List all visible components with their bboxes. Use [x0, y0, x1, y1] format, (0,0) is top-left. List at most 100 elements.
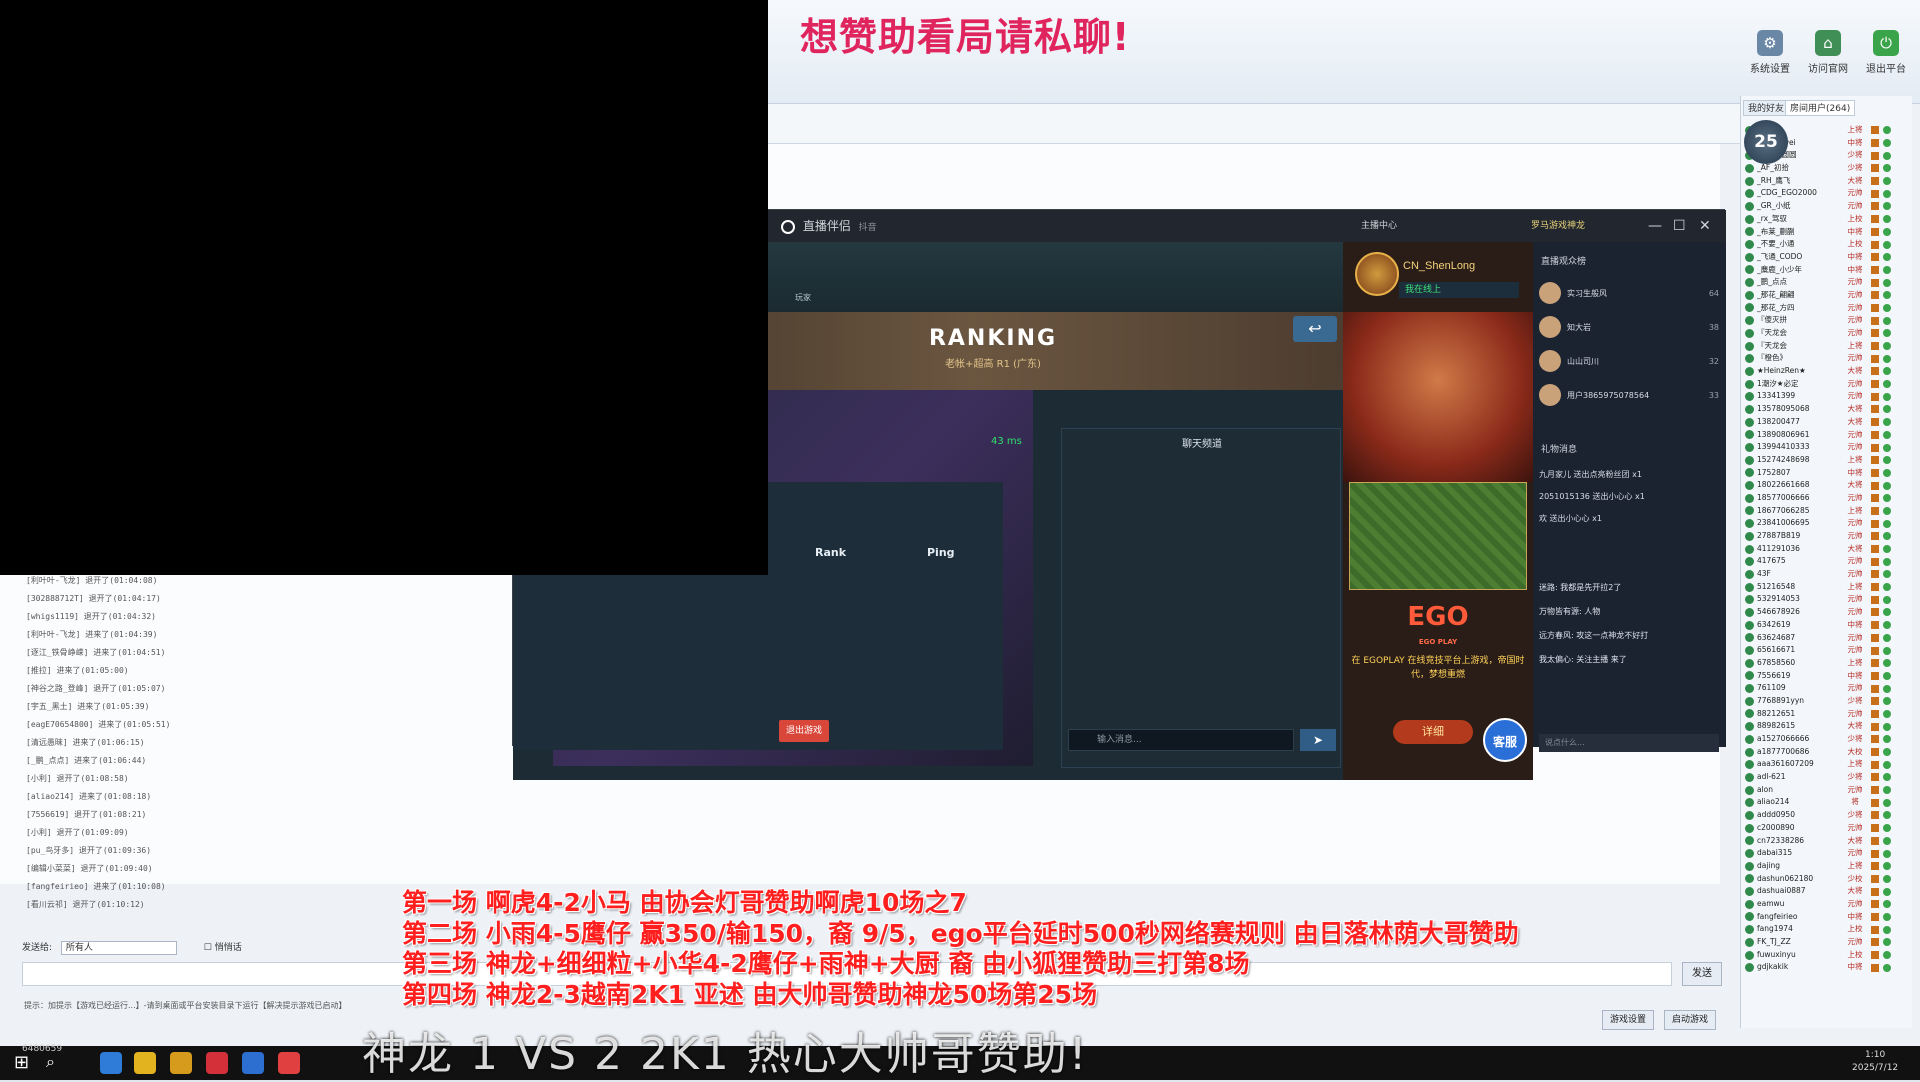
player-row[interactable]: 1752807 中将	[1745, 467, 1909, 480]
player-row[interactable]: 761109 元帅	[1745, 682, 1909, 695]
player-row[interactable]: _麋鹿_小少年 中将	[1745, 264, 1909, 277]
player-row[interactable]: fuwuxinyu 上校	[1745, 949, 1909, 962]
windows-start-icon[interactable]: ⊞	[14, 1052, 36, 1074]
player-row[interactable]: gdjkakik 中将	[1745, 961, 1909, 974]
player-row[interactable]: FK_TJ_ZZ 元帅	[1745, 936, 1909, 949]
app-icon-record[interactable]	[206, 1052, 228, 1074]
app-icon-owl[interactable]	[170, 1052, 192, 1074]
player-row[interactable]: 13890806961 元帅	[1745, 429, 1909, 442]
player-row[interactable]: _那花_方四 元帅	[1745, 302, 1909, 315]
maximize-icon[interactable]: ☐	[1673, 210, 1686, 242]
player-row[interactable]: 7768891yyn 少将	[1745, 695, 1909, 708]
game-settings-button[interactable]: 游戏设置	[1602, 1010, 1654, 1030]
player-row[interactable]: 13994410333 元帅	[1745, 441, 1909, 454]
player-row[interactable]: 『天龙会 元帅	[1745, 327, 1909, 340]
audience-row[interactable]: 用户3865975078564 33	[1539, 380, 1719, 410]
player-row[interactable]: 411291036 大将	[1745, 543, 1909, 556]
player-row[interactable]: _那花_翩翩 元帅	[1745, 289, 1909, 302]
player-row[interactable]: eamwu 元帅	[1745, 898, 1909, 911]
player-row[interactable]: alon 元帅	[1745, 784, 1909, 797]
player-row[interactable]: dabai315 元帅	[1745, 847, 1909, 860]
customer-service-button[interactable]: 客服	[1483, 718, 1527, 762]
player-row[interactable]: fang1974 上校	[1745, 923, 1909, 936]
player-row[interactable]: 67858560 上将	[1745, 657, 1909, 670]
exit-platform-button[interactable]: ⏻ 退出平台	[1858, 30, 1914, 75]
tab-friends[interactable]: 我的好友	[1743, 100, 1790, 116]
player-row[interactable]: _rx_驾驭 上校	[1745, 213, 1909, 226]
player-row[interactable]: 18577006666 元帅	[1745, 492, 1909, 505]
player-row[interactable]: 『橙色》 元帅	[1745, 352, 1909, 365]
app-icon-edge[interactable]	[100, 1052, 122, 1074]
player-row[interactable]: fangfeirieo 中将	[1745, 911, 1909, 924]
player-row[interactable]: 6342619 中将	[1745, 619, 1909, 632]
player-row[interactable]: 13341399 元帅	[1745, 390, 1909, 403]
online-status[interactable]: 我在线上	[1399, 282, 1519, 298]
player-row[interactable]: 7556619 中将	[1745, 670, 1909, 683]
search-icon[interactable]: ⌕	[46, 1052, 68, 1074]
player-row[interactable]: dashun062180 少校	[1745, 873, 1909, 886]
player-row[interactable]: adl-621 少将	[1745, 771, 1909, 784]
player-row[interactable]: addd0950 少将	[1745, 809, 1909, 822]
player-row[interactable]: aliao214 将	[1745, 796, 1909, 809]
audience-row[interactable]: 山山司川 32	[1539, 346, 1719, 376]
audience-row[interactable]: 实习生般风 64	[1539, 278, 1719, 308]
player-row[interactable]: _RH_鹰飞 大将	[1745, 175, 1909, 188]
player-row[interactable]: 23841006695 元帅	[1745, 517, 1909, 530]
system-settings-button[interactable]: ⚙ 系统设置	[1742, 30, 1798, 75]
player-row[interactable]: cn72338286 大将	[1745, 835, 1909, 848]
player-row[interactable]: c2000890 元帅	[1745, 822, 1909, 835]
player-row[interactable]: 51216548 上将	[1745, 581, 1909, 594]
player-row[interactable]: 417675 元帅	[1745, 555, 1909, 568]
audience-row[interactable]: 知大岩 38	[1539, 312, 1719, 342]
nav-players[interactable]: 玩家	[795, 292, 811, 303]
launch-game-button[interactable]: 启动游戏	[1664, 1010, 1716, 1030]
player-row[interactable]: _GR_小纸 元帅	[1745, 200, 1909, 213]
player-row[interactable]: 15274248698 上将	[1745, 454, 1909, 467]
player-row[interactable]: 13578095068 大将	[1745, 403, 1909, 416]
player-row[interactable]: _AF_初拾 少将	[1745, 162, 1909, 175]
player-row[interactable]: aaa361607209 上将	[1745, 758, 1909, 771]
player-row[interactable]: 27887B819 元帅	[1745, 530, 1909, 543]
player-list[interactable]: 21上将_AF_liuwei中将_AF_小圆圆少将_AF_初拾少将_RH_鹰飞大…	[1745, 124, 1909, 974]
player-row[interactable]: 546678926 元帅	[1745, 606, 1909, 619]
player-row[interactable]: 『天龙会 上将	[1745, 340, 1909, 353]
player-row[interactable]: ★HeinzRen★ 大将	[1745, 365, 1909, 378]
visit-website-button[interactable]: ⌂ 访问官网	[1800, 30, 1856, 75]
player-row[interactable]: _布莱_蒯蒯 中将	[1745, 226, 1909, 239]
player-row[interactable]: 18022661668 大将	[1745, 479, 1909, 492]
player-row[interactable]: _鹏_点点 元帅	[1745, 276, 1909, 289]
player-row[interactable]: 88212651 元帅	[1745, 708, 1909, 721]
lobby-chat-input[interactable]: 输入消息...	[1068, 729, 1294, 751]
player-row[interactable]: a1527066666 少将	[1745, 733, 1909, 746]
player-row[interactable]: 63624687 元帅	[1745, 632, 1909, 645]
minimize-icon[interactable]: —	[1648, 210, 1662, 242]
player-row[interactable]: 18677066285 上将	[1745, 505, 1909, 518]
player-row[interactable]: dajing 上将	[1745, 860, 1909, 873]
app-icon-blue[interactable]	[242, 1052, 264, 1074]
player-row[interactable]: _不要_小通 上校	[1745, 238, 1909, 251]
detail-button[interactable]: 详细	[1393, 720, 1473, 744]
app-icon-folder[interactable]	[134, 1052, 156, 1074]
player-row[interactable]: 138200477 大将	[1745, 416, 1909, 429]
send-target-select[interactable]: 所有人	[60, 940, 177, 955]
companion-username[interactable]: 罗马游戏神龙	[1531, 210, 1585, 242]
player-row[interactable]: 1潮汐★必定 元帅	[1745, 378, 1909, 391]
player-row[interactable]: 『傻灭拼 元帅	[1745, 314, 1909, 327]
player-row[interactable]: 43F 元帅	[1745, 568, 1909, 581]
lobby-chat-send-icon[interactable]: ➤	[1300, 729, 1336, 751]
tab-room-users[interactable]: 房间用户(264)	[1785, 100, 1856, 116]
exit-game-button[interactable]: 退出游戏	[779, 720, 829, 742]
player-row[interactable]: 532914053 元帅	[1745, 593, 1909, 606]
app-icon-red[interactable]	[278, 1052, 300, 1074]
close-icon[interactable]: ✕	[1699, 210, 1711, 242]
player-row[interactable]: _飞通_CODO 中将	[1745, 251, 1909, 264]
streamer-center-link[interactable]: 主播中心	[1361, 210, 1397, 242]
player-row[interactable]: a1877700686 大校	[1745, 746, 1909, 759]
private-checkbox[interactable]: ☐	[204, 943, 212, 953]
audience-chat-input[interactable]: 说点什么...	[1539, 734, 1719, 752]
player-row[interactable]: 65616671 元帅	[1745, 644, 1909, 657]
player-row[interactable]: _CDG_EGO2000 元帅	[1745, 187, 1909, 200]
back-icon[interactable]: ↩	[1293, 316, 1337, 342]
player-row[interactable]: 88982615 大将	[1745, 720, 1909, 733]
player-row[interactable]: dashuai0887 大将	[1745, 885, 1909, 898]
